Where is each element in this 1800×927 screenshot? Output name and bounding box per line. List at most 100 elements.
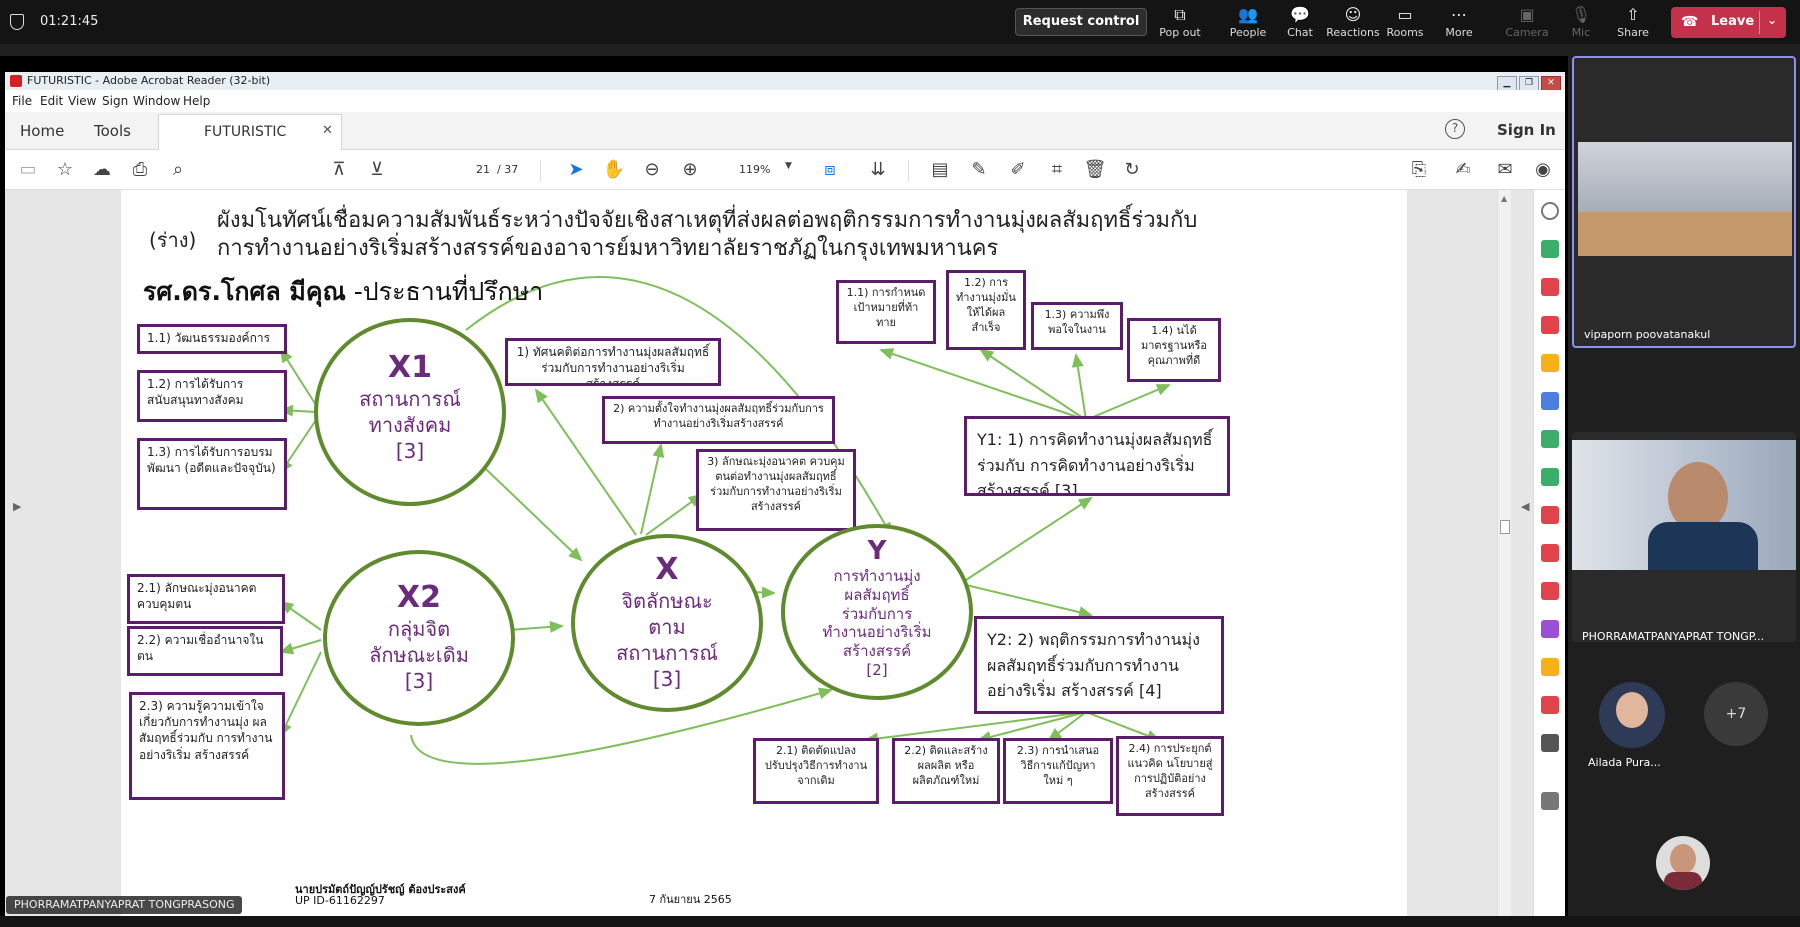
comment-tool-icon[interactable] (1541, 354, 1559, 372)
mic-button[interactable]: 🎙 Mic (1551, 4, 1611, 42)
scroll-thumb[interactable] (1500, 520, 1510, 534)
y-label-line1: การทำงานมุ่ง (833, 567, 921, 586)
x2-code: X2 (396, 580, 441, 615)
search-icon[interactable]: ⌕ (165, 157, 191, 183)
participant-tile-presenter[interactable]: PHORRAMATPANYAPRAT TONGP... (1572, 432, 1796, 642)
search-tool-icon[interactable] (1541, 202, 1559, 220)
email-icon[interactable]: ✉ (1492, 157, 1518, 183)
stamp-tool-icon[interactable] (1541, 658, 1559, 676)
chat-button[interactable]: 💬 Chat (1270, 4, 1330, 42)
print-icon[interactable]: ⎙ (127, 157, 153, 183)
rotate-icon[interactable]: ↻ (1119, 157, 1145, 183)
y-label-line5: สร้างสรรค์ (842, 642, 912, 661)
y-count: [2] (866, 660, 888, 679)
y1-box: Y1: 1) การคิดทำงานมุ่งผลสัมฤทธิ์ร่วมกับ … (964, 416, 1230, 496)
left-panel-toggle-icon[interactable]: ▶ (13, 500, 21, 513)
export-pdf-icon[interactable] (1541, 240, 1559, 258)
request-control-button[interactable]: Request control (1015, 8, 1147, 36)
scroll-up-icon[interactable]: ▲ (1501, 194, 1507, 203)
close-tab-icon[interactable]: ✕ (322, 123, 333, 138)
chevron-down-icon[interactable]: ⌄ (1767, 13, 1777, 27)
organize-pages-icon[interactable] (1541, 278, 1559, 296)
fill-sign-icon[interactable]: ✍ (1450, 157, 1476, 183)
comment-icon[interactable]: ▤ (927, 157, 953, 183)
share-button[interactable]: ⇧ Share (1603, 4, 1663, 42)
more-tools-icon[interactable] (1541, 734, 1559, 752)
previous-page-icon[interactable]: ⊼ (326, 157, 352, 183)
print-production-icon[interactable] (1541, 696, 1559, 714)
save-icon[interactable]: ▭ (15, 157, 41, 183)
draw-icon[interactable]: ✐ (1005, 157, 1031, 183)
account-icon[interactable]: ◉ (1530, 157, 1556, 183)
menu-bar: File Edit View Sign Window Help (5, 90, 1565, 112)
camera-button[interactable]: ▣ Camera (1497, 4, 1557, 42)
fill-sign-tool-icon[interactable] (1541, 506, 1559, 524)
close-icon[interactable]: ✕ (1541, 76, 1561, 91)
menu-view[interactable]: View (68, 94, 96, 108)
select-cursor-icon[interactable]: ➤ (563, 157, 589, 183)
maximize-icon[interactable]: ❐ (1519, 76, 1539, 91)
x2-circle: X2 กลุ่มจิต ลักษณะเดิม [3] (323, 550, 515, 726)
bottom-strip (0, 916, 1800, 927)
leave-button[interactable]: ☎ Leave ⌄ (1671, 7, 1786, 38)
x1-item-box: 1.1) วัฒนธรรมองค์การ (137, 324, 287, 354)
request-signature-icon[interactable] (1541, 620, 1559, 638)
y2-item-box: 2.4) การประยุกต์ แนวคิด นโยบายสู่ การปฏิ… (1116, 736, 1224, 816)
participant-tile-vipaporn[interactable]: vipaporn poovatanakul (1572, 56, 1796, 348)
next-page-icon[interactable]: ⊻ (364, 157, 390, 183)
x-item-box: 3) ลักษณะมุ่งอนาคต ควบคุม ตนต่อทำงานมุ่ง… (696, 449, 856, 531)
fit-page-icon[interactable]: ⧈ (817, 157, 843, 183)
footer-date: 7 กันยายน 2565 (649, 893, 732, 906)
vertical-scrollbar[interactable]: ▲ (1497, 190, 1511, 916)
x2-item-box: 2.3) ความรู้ความเข้าใจ เกี่ยวกับการทำงาน… (129, 692, 285, 800)
more-button[interactable]: ⋯ More (1429, 4, 1489, 42)
minimize-icon[interactable]: ▁ (1497, 76, 1517, 91)
camera-off-icon: ▣ (1519, 5, 1535, 24)
scroll-mode-icon[interactable]: ⇊ (865, 157, 891, 183)
reactions-button[interactable]: ☺ Reactions (1323, 4, 1383, 42)
right-panel-toggle-icon[interactable]: ◀ (1521, 500, 1529, 513)
document-area: ▶ (ร่าง) ผังมโนทัศน์เชื่อมความสัมพันธ์ระ… (5, 190, 1565, 916)
hand-tool-icon[interactable]: ✋ (601, 157, 627, 183)
combine-files-icon[interactable] (1541, 392, 1559, 410)
toolbar-divider (540, 160, 541, 182)
zoom-out-icon[interactable]: ⊖ (639, 157, 665, 183)
sign-in-link[interactable]: Sign In (1497, 121, 1556, 139)
upload-cloud-icon[interactable]: ☁ (89, 157, 115, 183)
menu-sign[interactable]: Sign (102, 94, 128, 108)
page-number-input[interactable]: 21 (460, 163, 490, 179)
share-icon: ⇧ (1626, 5, 1640, 24)
collapse-panel-icon[interactable] (1541, 792, 1559, 810)
zoom-level[interactable]: 119% (739, 163, 770, 176)
draft-label: (ร่าง) (149, 228, 197, 252)
tab-home[interactable]: Home (20, 122, 64, 140)
zoom-in-icon[interactable]: ⊕ (677, 157, 703, 183)
highlight-pen-icon[interactable]: ✎ (966, 157, 992, 183)
reactions-label: Reactions (1326, 26, 1380, 39)
avatar-face-shape (1670, 844, 1696, 874)
bookmark-star-icon[interactable]: ☆ (52, 157, 78, 183)
tab-document[interactable]: FUTURISTIC ✕ (158, 114, 342, 151)
tab-tools[interactable]: Tools (94, 122, 131, 140)
create-pdf-icon[interactable]: ⎘ (1406, 157, 1432, 183)
avatar-ailada[interactable] (1599, 682, 1665, 748)
protect-icon[interactable] (1541, 544, 1559, 562)
edit-pdf-icon[interactable] (1541, 468, 1559, 486)
delete-icon[interactable]: 🗑 (1082, 157, 1108, 183)
rooms-button[interactable]: ▭ Rooms (1375, 4, 1435, 42)
help-icon[interactable]: ? (1445, 119, 1465, 139)
y1-item-box: 1.3) ความพึง พอใจในงาน (1031, 302, 1123, 350)
menu-help[interactable]: Help (183, 94, 210, 108)
more-participants-button[interactable]: +7 (1704, 682, 1768, 746)
pop-out-button[interactable]: ⧉ Pop out (1150, 4, 1210, 42)
menu-edit[interactable]: Edit (40, 94, 63, 108)
menu-file[interactable]: File (12, 94, 32, 108)
zoom-chevron-icon[interactable]: ▼ (785, 161, 792, 171)
menu-window[interactable]: Window (133, 94, 180, 108)
people-button[interactable]: 👥 People (1218, 4, 1278, 42)
compress-icon[interactable] (1541, 430, 1559, 448)
redact-icon[interactable] (1541, 582, 1559, 600)
create-pdf-tool-icon[interactable] (1541, 316, 1559, 334)
stamp-icon[interactable]: ⌗ (1044, 157, 1070, 183)
avatar-participant[interactable] (1656, 836, 1710, 890)
